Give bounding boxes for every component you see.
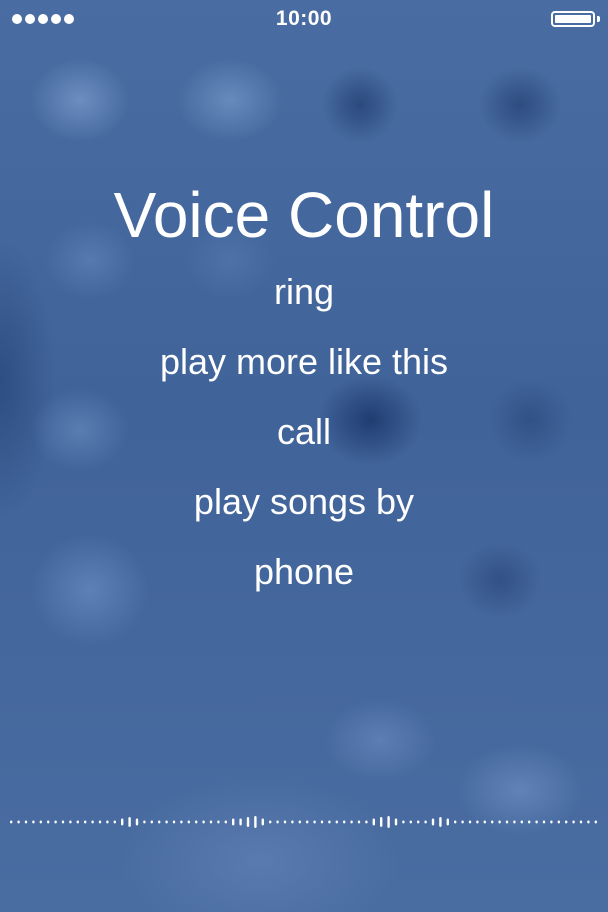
waveform-bar [350, 820, 353, 824]
waveform-bar [431, 818, 435, 826]
waveform-bar [202, 820, 205, 824]
waveform-bar [402, 820, 405, 824]
waveform-bar [417, 820, 420, 824]
waveform-bar [306, 820, 309, 824]
waveform-bar [365, 820, 368, 824]
waveform-bar [195, 820, 198, 824]
waveform-bar [328, 820, 331, 824]
battery-tip [597, 16, 600, 22]
waveform-bar [505, 820, 509, 824]
waveform-bar [357, 820, 361, 824]
waveform-bar [47, 820, 50, 824]
waveform-bar [24, 820, 28, 824]
waveform-bar [224, 820, 227, 824]
waveform-bar [498, 820, 501, 824]
waveform-bar [483, 820, 486, 824]
waveform-bar [128, 817, 131, 827]
waveform-bar [113, 820, 116, 824]
waveform-bar [439, 817, 442, 827]
waveform-bar [121, 818, 124, 826]
status-time: 10:00 [275, 7, 333, 30]
waveform-bar [550, 820, 553, 824]
waveform-bar [246, 817, 250, 827]
waveform-bar [380, 817, 383, 827]
waveform-bar [579, 820, 583, 824]
waveform-bar [343, 820, 346, 824]
battery-level-fill [555, 15, 591, 23]
waveform-bar [232, 818, 235, 826]
waveform-bar [335, 820, 338, 824]
waveform-bar [106, 820, 109, 824]
waveform-bar [84, 820, 87, 824]
waveform-bar [513, 820, 516, 824]
waveform-bar [239, 818, 242, 826]
waveform-bar [372, 818, 375, 826]
waveform-bar [150, 820, 153, 824]
waveform-bar [17, 820, 20, 824]
waveform-bar [394, 818, 398, 826]
waveform-bar [409, 820, 412, 824]
suggestion-phone: phone [253, 551, 355, 592]
waveform-bar [187, 820, 190, 824]
waveform-bar [594, 820, 597, 824]
voice-command-suggestions: ring play more like this call play songs… [0, 268, 608, 618]
waveform-bar [454, 820, 457, 824]
waveform-bar [468, 820, 472, 824]
waveform-bar [10, 820, 13, 824]
waveform-bar [476, 820, 479, 824]
waveform-bar [91, 820, 94, 824]
waveform-bar [98, 820, 102, 824]
suggestion-play-more-like-this: play more like this [159, 341, 449, 382]
waveform-bar [143, 820, 146, 824]
waveform-bar [276, 820, 279, 824]
waveform-bar [572, 820, 575, 824]
battery-icon [551, 11, 595, 27]
waveform-bar [535, 820, 538, 824]
waveform-bar [76, 820, 79, 824]
waveform-bar [61, 820, 65, 824]
waveform-bar [32, 820, 35, 824]
waveform-bar [446, 818, 449, 826]
waveform-bar [520, 820, 523, 824]
waveform-bar [528, 820, 531, 824]
waveform-bar [135, 818, 139, 826]
waveform-bar [39, 820, 42, 824]
suggestion-ring: ring [273, 271, 335, 312]
waveform-bar [461, 820, 464, 824]
waveform-bar [283, 820, 287, 824]
waveform-bar [172, 820, 176, 824]
suggestion-call: call [276, 411, 332, 452]
waveform-bar [261, 818, 264, 826]
voice-control-title: Voice Control [113, 179, 495, 251]
waveform-bar [491, 820, 494, 824]
waveform-bar [158, 820, 161, 824]
audio-waveform-icon [10, 816, 597, 828]
waveform-bar [209, 820, 213, 824]
waveform-bar [180, 820, 183, 824]
waveform-bar [217, 820, 220, 824]
waveform-bar [542, 820, 546, 824]
waveform-bar [269, 820, 272, 824]
status-bar: 10:00 [0, 0, 608, 40]
waveform-bar [313, 820, 316, 824]
waveform-bar [254, 816, 257, 828]
waveform-bar [387, 816, 390, 828]
waveform-bar [587, 820, 590, 824]
suggestion-play-songs-by: play songs by [193, 481, 415, 522]
waveform-bar [424, 820, 427, 824]
waveform-bar [557, 820, 560, 824]
waveform-bar [565, 820, 568, 824]
waveform-bar [291, 820, 294, 824]
waveform-bar [54, 820, 57, 824]
voice-control-screen: 10:00 Voice Control ring play more like … [0, 0, 608, 912]
waveform-bar [69, 820, 72, 824]
waveform-bar [320, 820, 324, 824]
waveform-bar [298, 820, 301, 824]
waveform-bar [165, 820, 168, 824]
